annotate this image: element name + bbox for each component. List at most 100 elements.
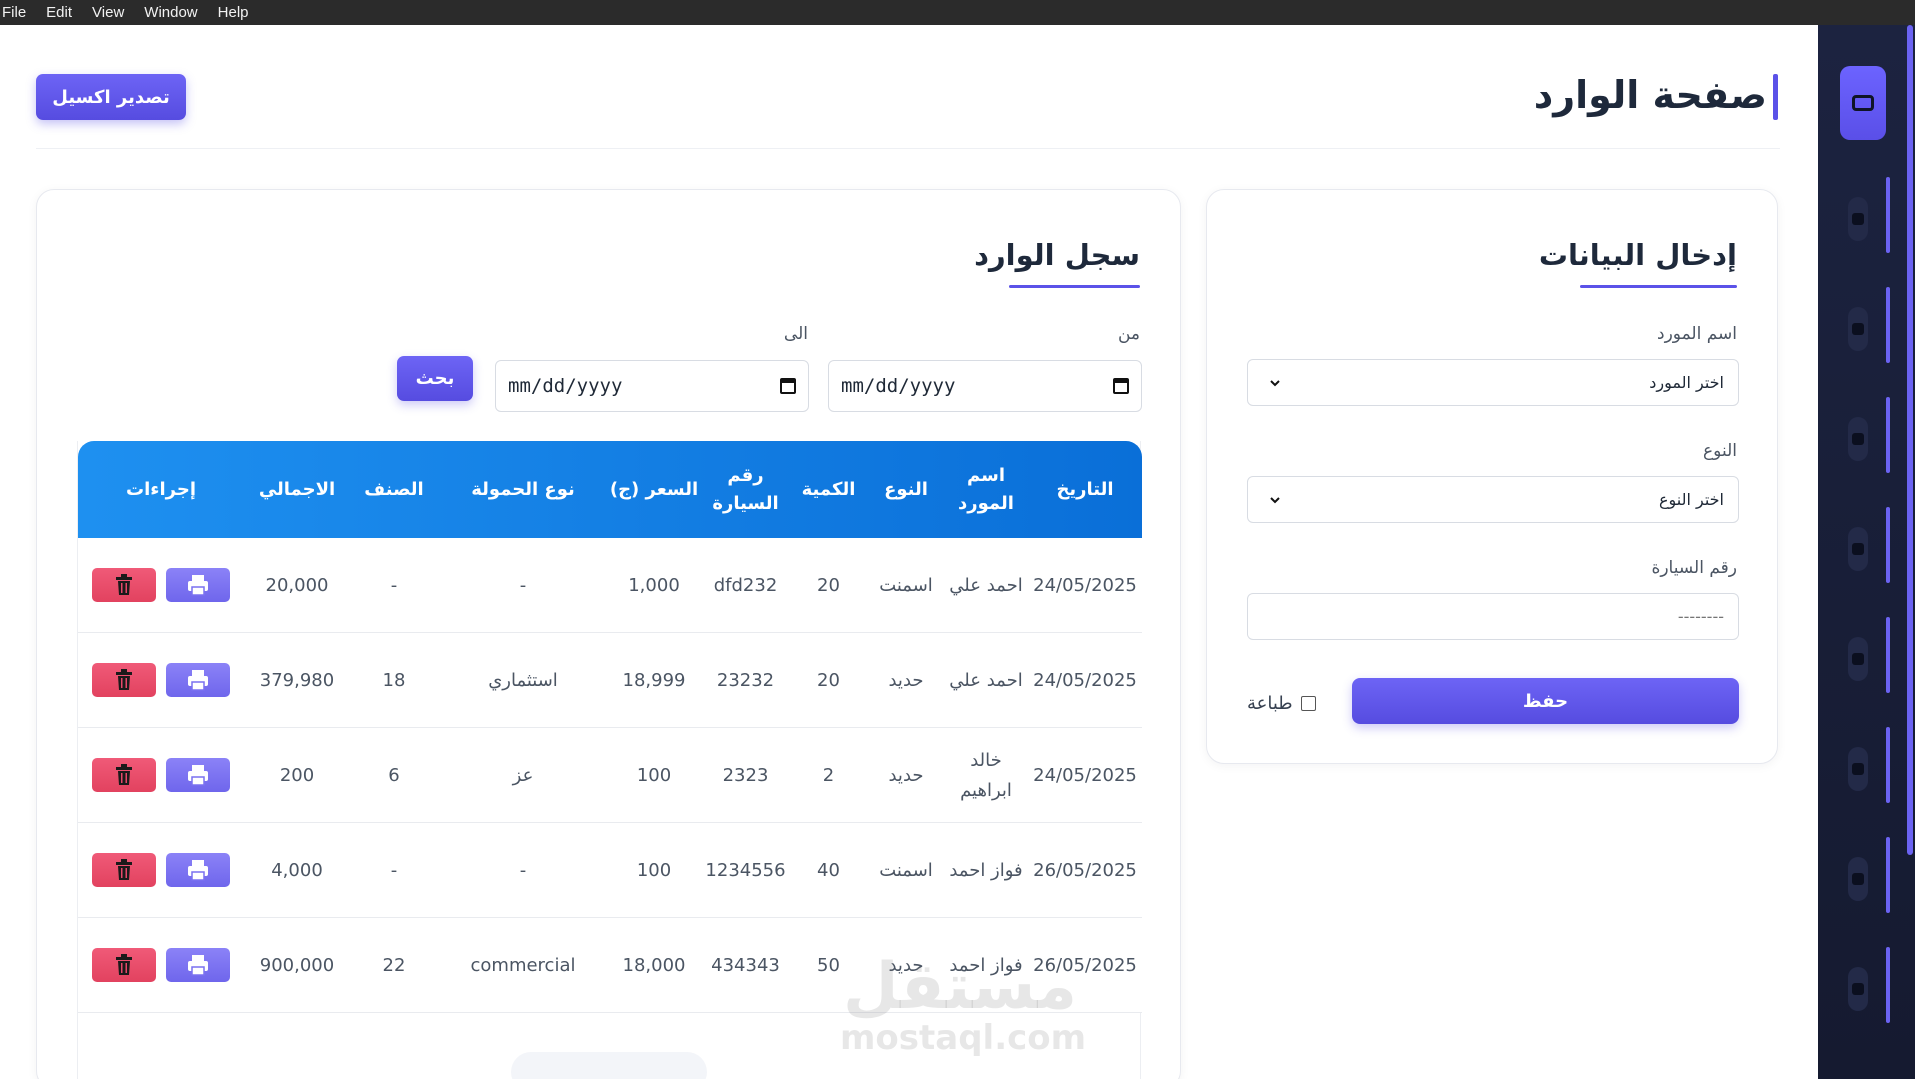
cell-car-number: dfd232 <box>713 574 778 596</box>
to-date-placeholder: mm/dd/yyyy <box>508 375 623 397</box>
car-icon <box>1852 653 1864 665</box>
supplier-select[interactable]: اختر المورد <box>1247 359 1739 406</box>
cell-quantity: 20 <box>817 574 840 596</box>
clock-icon <box>1852 873 1864 885</box>
cell-price: 18,000 <box>622 954 686 976</box>
column-header-total: الاجمالي <box>258 478 336 500</box>
heading-underline <box>1009 285 1140 288</box>
sidebar-item-delivery[interactable] <box>1848 307 1868 351</box>
sidebar-item-history[interactable] <box>1848 857 1868 901</box>
to-date-label: الى <box>783 324 808 344</box>
cell-supplier: خالد ابراهيم <box>960 749 1012 801</box>
cell-load-type: - <box>519 574 527 596</box>
trash-icon <box>116 574 132 595</box>
cell-quantity: 40 <box>817 859 840 881</box>
cell-total: 900,000 <box>259 954 335 976</box>
trash-icon <box>116 859 132 880</box>
car-number-label: رقم السيارة <box>1651 558 1737 578</box>
sidebar-item-cars[interactable] <box>1848 637 1868 681</box>
cell-car-number: 1234556 <box>705 859 786 881</box>
sidebar-item-inbox[interactable] <box>1840 66 1886 140</box>
cell-price: 1,000 <box>628 574 680 596</box>
cell-price: 18,999 <box>622 669 686 691</box>
page-title: صفحة الوارد <box>1533 73 1767 117</box>
sidebar-item-employees[interactable] <box>1848 747 1868 791</box>
sidebar-indicator <box>1886 507 1890 583</box>
log-heading: سجل الوارد <box>974 238 1140 272</box>
menu-bar: File Edit View Window Help <box>0 0 1915 25</box>
save-button[interactable]: حفظ <box>1352 678 1739 724</box>
cell-date: 24/05/2025 <box>1033 669 1137 691</box>
cell-type: حديد <box>888 764 924 786</box>
sidebar-scrollbar[interactable] <box>1907 25 1913 855</box>
trash-icon <box>116 954 132 975</box>
data-entry-card: إدخال البيانات اسم المورد اختر المورد ال… <box>1206 189 1778 764</box>
calendar-icon[interactable] <box>780 378 796 394</box>
menu-window[interactable]: Window <box>144 4 197 21</box>
to-date-input[interactable]: mm/dd/yyyy <box>495 360 809 412</box>
menu-view[interactable]: View <box>92 4 124 21</box>
type-select[interactable]: اختر النوع <box>1247 476 1739 523</box>
pagination[interactable] <box>511 1052 707 1079</box>
table-row: 24/05/2025 احمد علي حديد 20 23232 18,999… <box>78 633 1142 728</box>
sidebar-indicator <box>1886 617 1890 693</box>
from-date-placeholder: mm/dd/yyyy <box>841 375 956 397</box>
delete-row-button[interactable] <box>92 853 156 887</box>
from-date-label: من <box>1117 324 1140 344</box>
send-icon <box>1852 213 1864 225</box>
menu-edit[interactable]: Edit <box>46 4 72 21</box>
cell-car-number: 434343 <box>711 954 780 976</box>
cell-category: 6 <box>388 764 400 786</box>
delete-row-button[interactable] <box>92 948 156 982</box>
sidebar-item-outgoing[interactable] <box>1848 197 1868 241</box>
print-checkbox-group[interactable]: طباعة <box>1247 693 1316 714</box>
watermark-latin: mostaql.com <box>840 1018 1087 1058</box>
column-header-price: السعر (ج) <box>609 478 699 500</box>
table-row: 26/05/2025 فواز احمد اسمنت 40 1234556 10… <box>78 823 1142 918</box>
column-header-supplier: اسم المورد <box>958 464 1014 514</box>
sidebar-item-suppliers[interactable] <box>1848 417 1868 461</box>
cell-type: اسمنت <box>879 574 933 596</box>
column-header-type: النوع <box>884 478 928 500</box>
print-row-button[interactable] <box>166 948 230 982</box>
menu-file[interactable]: File <box>2 4 26 21</box>
money-icon <box>1852 543 1864 555</box>
sidebar-indicator <box>1886 947 1890 1023</box>
type-label: النوع <box>1703 441 1737 461</box>
print-checkbox[interactable] <box>1300 696 1316 711</box>
table-row: 24/05/2025 خالد ابراهيم حديد 2 2323 100 … <box>78 728 1142 823</box>
sidebar-item-finance[interactable] <box>1848 527 1868 571</box>
car-number-input[interactable] <box>1247 593 1739 640</box>
cell-date: 24/05/2025 <box>1033 764 1137 786</box>
print-row-button[interactable] <box>166 853 230 887</box>
data-entry-heading: إدخال البيانات <box>1538 238 1737 272</box>
delete-row-button[interactable] <box>92 663 156 697</box>
print-icon <box>188 860 208 881</box>
cell-total: 379,980 <box>259 669 335 691</box>
sidebar <box>1818 25 1915 1079</box>
delete-row-button[interactable] <box>92 568 156 602</box>
truck-icon <box>1852 323 1864 335</box>
cell-car-number: 2323 <box>722 764 769 786</box>
delete-row-button[interactable] <box>92 758 156 792</box>
search-button[interactable]: بحث <box>397 356 473 401</box>
print-checkbox-label: طباعة <box>1247 693 1293 714</box>
column-header-quantity: الكمية <box>801 478 856 500</box>
column-header-load-type: نوع الحمولة <box>471 478 575 500</box>
watermark-arabic: مستقل <box>842 950 1078 1024</box>
menu-help[interactable]: Help <box>218 4 249 21</box>
print-row-button[interactable] <box>166 568 230 602</box>
sidebar-indicator <box>1886 727 1890 803</box>
print-row-button[interactable] <box>166 758 230 792</box>
cell-supplier: احمد علي <box>949 574 1023 596</box>
sidebar-item-reports[interactable] <box>1848 967 1868 1011</box>
export-excel-button[interactable]: تصدير اكسيل <box>36 74 186 120</box>
print-row-button[interactable] <box>166 663 230 697</box>
cell-supplier: فواز احمد <box>949 859 1023 881</box>
sidebar-indicator <box>1886 287 1890 363</box>
header-divider <box>36 148 1780 149</box>
cell-load-type: استثماري <box>488 669 558 691</box>
from-date-input[interactable]: mm/dd/yyyy <box>828 360 1142 412</box>
calendar-icon[interactable] <box>1113 378 1129 394</box>
cell-price: 100 <box>636 859 672 881</box>
